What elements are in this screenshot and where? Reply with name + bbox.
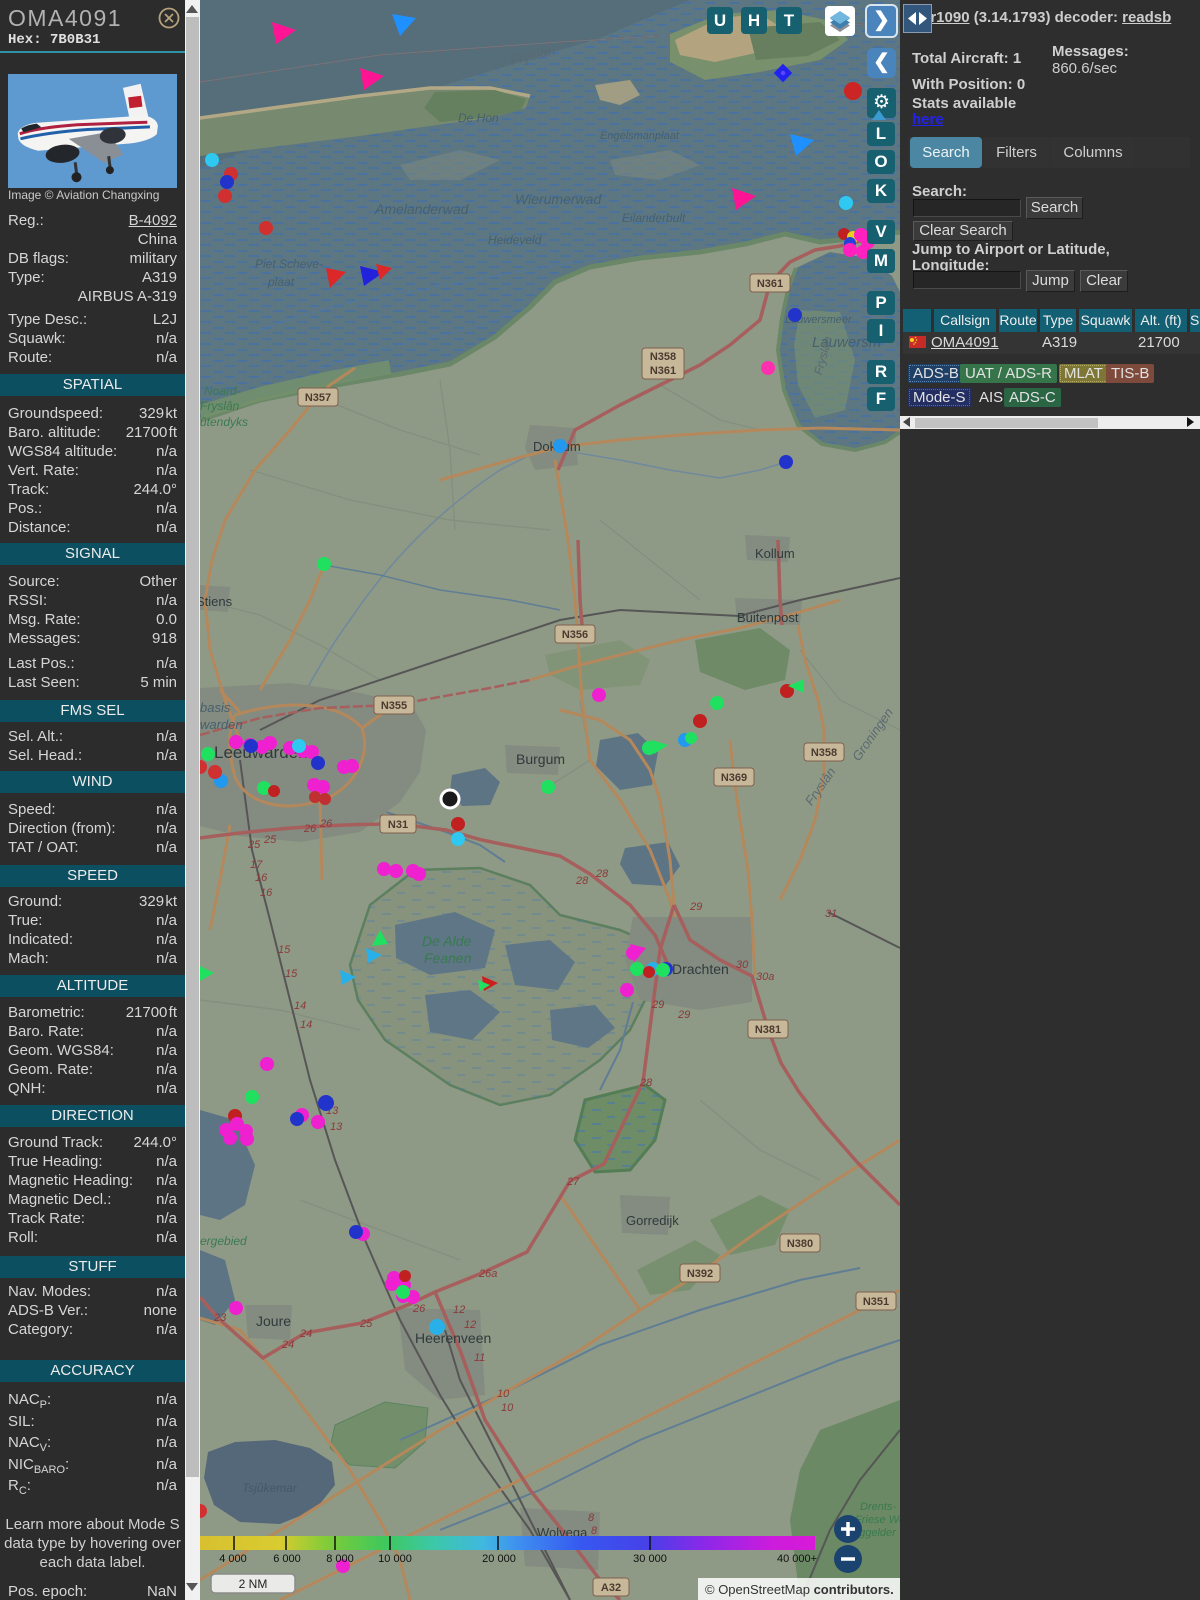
svg-text:10 000: 10 000 bbox=[378, 1553, 412, 1565]
svg-text:25: 25 bbox=[247, 839, 261, 851]
svg-text:28: 28 bbox=[639, 1077, 653, 1089]
svg-text:26a: 26a bbox=[478, 1268, 497, 1280]
svg-text:26: 26 bbox=[412, 1303, 426, 1315]
svg-text:8: 8 bbox=[588, 1512, 595, 1524]
svg-text:Friese Wo: Friese Wo bbox=[855, 1514, 900, 1526]
svg-text:N358: N358 bbox=[811, 747, 837, 759]
svg-text:29: 29 bbox=[677, 1009, 690, 1021]
svg-text:30 000: 30 000 bbox=[633, 1553, 667, 1565]
svg-text:Engelsmanplaat: Engelsmanplaat bbox=[600, 130, 680, 142]
svg-text:30: 30 bbox=[736, 959, 749, 971]
svg-text:N356: N356 bbox=[562, 629, 588, 641]
svg-text:10: 10 bbox=[497, 1388, 510, 1400]
svg-text:Drachten: Drachten bbox=[672, 961, 729, 977]
svg-text:De Alde: De Alde bbox=[422, 933, 472, 949]
svg-text:N392: N392 bbox=[687, 1268, 713, 1280]
svg-text:Tsjûkemar: Tsjûkemar bbox=[242, 1481, 298, 1495]
svg-text:26: 26 bbox=[303, 823, 317, 835]
svg-text:40 000+: 40 000+ bbox=[777, 1553, 817, 1565]
svg-text:28: 28 bbox=[575, 875, 589, 887]
svg-text:Heerenveen: Heerenveen bbox=[415, 1330, 491, 1346]
svg-text:Piet Scheve-: Piet Scheve- bbox=[255, 257, 323, 271]
svg-text:30a: 30a bbox=[756, 971, 774, 983]
svg-text:24: 24 bbox=[281, 1339, 294, 1351]
svg-text:23: 23 bbox=[213, 1312, 227, 1324]
svg-text:29: 29 bbox=[689, 901, 702, 913]
svg-text:Stiens: Stiens bbox=[200, 594, 233, 609]
svg-text:4 000: 4 000 bbox=[219, 1553, 247, 1565]
svg-text:Joure: Joure bbox=[256, 1313, 291, 1329]
svg-text:2 NM: 2 NM bbox=[239, 1577, 268, 1591]
svg-text:12: 12 bbox=[453, 1304, 465, 1316]
svg-text:Wierumerwad: Wierumerwad bbox=[515, 191, 602, 207]
svg-text:A32: A32 bbox=[601, 1582, 621, 1594]
svg-text:Gorredijk: Gorredijk bbox=[626, 1213, 679, 1228]
svg-text:warden: warden bbox=[200, 717, 243, 732]
svg-text:© OpenStreetMap contributors.: © OpenStreetMap contributors. bbox=[705, 1582, 894, 1597]
svg-text:16: 16 bbox=[260, 887, 273, 899]
svg-text:N380: N380 bbox=[787, 1238, 813, 1250]
svg-text:13: 13 bbox=[330, 1121, 343, 1133]
svg-text:N355: N355 bbox=[381, 700, 407, 712]
svg-text:16: 16 bbox=[255, 872, 268, 884]
svg-text:N369: N369 bbox=[721, 772, 747, 784]
svg-text:N31: N31 bbox=[388, 819, 408, 831]
svg-text:15: 15 bbox=[285, 968, 298, 980]
svg-text:31: 31 bbox=[825, 908, 837, 920]
svg-text:26: 26 bbox=[319, 818, 333, 830]
svg-text:28: 28 bbox=[595, 868, 609, 880]
svg-text:N357: N357 bbox=[305, 392, 331, 404]
svg-text:Fryslân: Fryslân bbox=[200, 399, 240, 413]
svg-text:10: 10 bbox=[501, 1402, 514, 1414]
svg-text:De Hon: De Hon bbox=[458, 111, 499, 125]
svg-text:Noard-: Noard- bbox=[204, 384, 241, 398]
svg-text:plaat: plaat bbox=[267, 275, 295, 289]
svg-text:11: 11 bbox=[474, 1352, 485, 1364]
svg-text:Amelanderwad: Amelanderwad bbox=[374, 201, 470, 217]
svg-text:ûtendyks: ûtendyks bbox=[200, 415, 248, 429]
svg-text:N361: N361 bbox=[757, 278, 783, 290]
svg-text:17: 17 bbox=[250, 859, 263, 871]
svg-text:24: 24 bbox=[299, 1328, 312, 1340]
svg-text:basis: basis bbox=[200, 700, 231, 715]
svg-text:8 000: 8 000 bbox=[326, 1553, 354, 1565]
svg-text:Buitenpost: Buitenpost bbox=[737, 610, 799, 625]
svg-text:Burgum: Burgum bbox=[516, 751, 565, 767]
svg-text:15: 15 bbox=[278, 944, 291, 956]
svg-text:N361: N361 bbox=[650, 365, 676, 377]
svg-text:29: 29 bbox=[651, 999, 664, 1011]
svg-text:14: 14 bbox=[300, 1019, 312, 1031]
svg-text:25: 25 bbox=[263, 834, 277, 846]
svg-text:Eilanderbult: Eilanderbult bbox=[622, 211, 686, 225]
svg-text:N358: N358 bbox=[650, 351, 676, 363]
svg-text:14: 14 bbox=[294, 1000, 306, 1012]
svg-text:6 000: 6 000 bbox=[273, 1553, 301, 1565]
svg-text:N381: N381 bbox=[755, 1024, 781, 1036]
svg-text:27: 27 bbox=[566, 1176, 580, 1188]
svg-text:25: 25 bbox=[359, 1318, 373, 1330]
svg-text:8: 8 bbox=[591, 1525, 598, 1537]
svg-text:Drents-: Drents- bbox=[860, 1501, 896, 1513]
svg-text:ergebied: ergebied bbox=[200, 1234, 247, 1248]
svg-text:20 000: 20 000 bbox=[482, 1553, 516, 1565]
svg-text:Heideveld: Heideveld bbox=[488, 233, 542, 247]
svg-text:N351: N351 bbox=[863, 1296, 889, 1308]
svg-text:Feanen: Feanen bbox=[424, 950, 472, 966]
svg-text:Kollum: Kollum bbox=[755, 546, 795, 561]
